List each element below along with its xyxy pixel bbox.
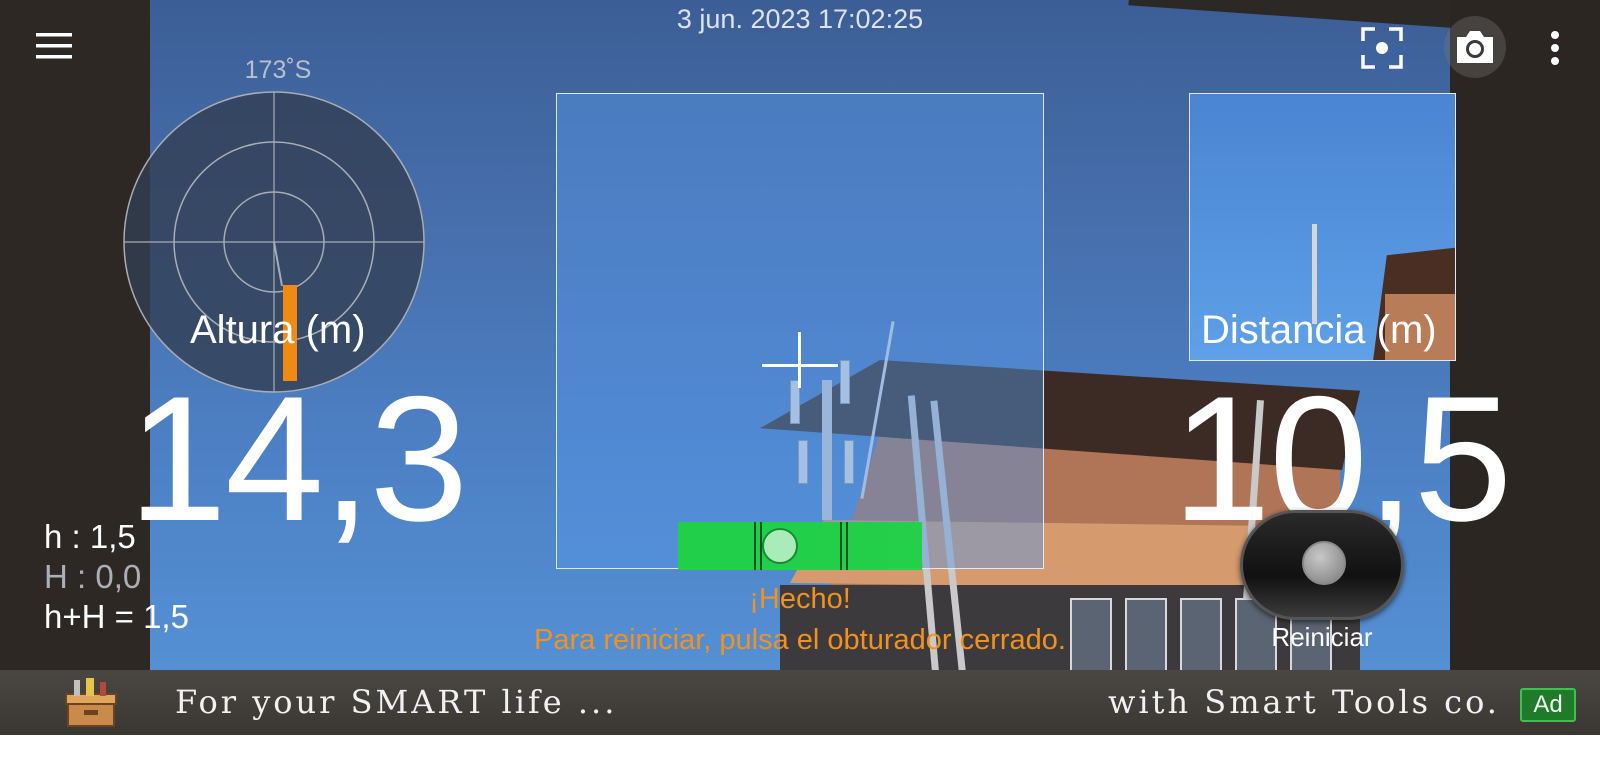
camera-icon: [1457, 31, 1493, 63]
ad-banner[interactable]: For your SMART life ... with Smart Tools…: [0, 670, 1600, 735]
more-vert-icon: [1551, 31, 1559, 65]
ad-left-text: For your SMART life ...: [175, 683, 618, 721]
more-options-button[interactable]: [1540, 26, 1570, 70]
app-screen: 173˚S Altura (m) 14,3 Distancia (m) 10,5…: [0, 0, 1600, 735]
H-reading: H : 0,0: [44, 558, 142, 595]
status-message: Para reiniciar, pulsa el obturador cerra…: [534, 624, 1066, 656]
building-window: [1180, 598, 1222, 670]
height-label: Altura (m): [190, 308, 366, 352]
building-window: [1125, 598, 1167, 670]
focus-button[interactable]: [1356, 22, 1408, 74]
menu-icon: [36, 33, 72, 59]
compass-heading: 173˚S: [244, 56, 312, 84]
level-mark: [846, 522, 848, 570]
height-value: 14,3: [128, 359, 468, 558]
level-mark: [840, 522, 842, 570]
focus-icon: [1361, 27, 1403, 69]
right-panel: [1450, 0, 1600, 670]
shutter-dot-icon: [1302, 541, 1346, 585]
measurement-frame: [556, 93, 1044, 569]
timestamp: 3 jun. 2023 17:02:25: [676, 4, 924, 34]
ad-badge: Ad: [1520, 688, 1576, 722]
level-mark: [754, 522, 756, 570]
level-bubble: [762, 528, 798, 564]
crosshair-vertical: [798, 332, 801, 388]
distance-label: Distancia (m): [1201, 308, 1437, 352]
reset-label: Reiniciar: [1271, 622, 1373, 652]
camera-button[interactable]: [1444, 16, 1506, 78]
menu-button[interactable]: [28, 26, 80, 66]
ad-right-text: with Smart Tools co.: [1108, 683, 1500, 721]
toolbox-icon: [65, 678, 117, 727]
level-indicator: [678, 522, 922, 570]
sum-reading: h+H = 1,5: [44, 598, 189, 635]
status-title: ¡Hecho!: [749, 583, 851, 615]
h-reading: h : 1,5: [44, 518, 136, 555]
